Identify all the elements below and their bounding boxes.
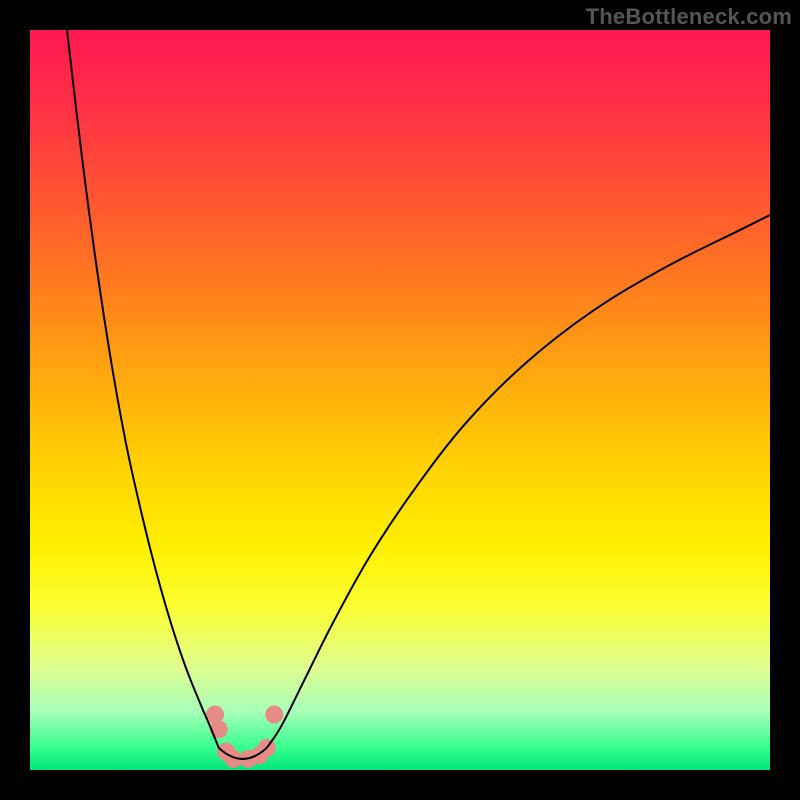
chart-frame: TheBottleneck.com — [0, 0, 800, 800]
plot-area — [30, 30, 770, 770]
curve-layer — [30, 30, 770, 770]
data-marker — [210, 720, 228, 738]
curve-left — [67, 30, 219, 748]
curve-right — [267, 215, 770, 748]
data-marker — [265, 706, 283, 724]
attribution-text: TheBottleneck.com — [586, 4, 792, 30]
